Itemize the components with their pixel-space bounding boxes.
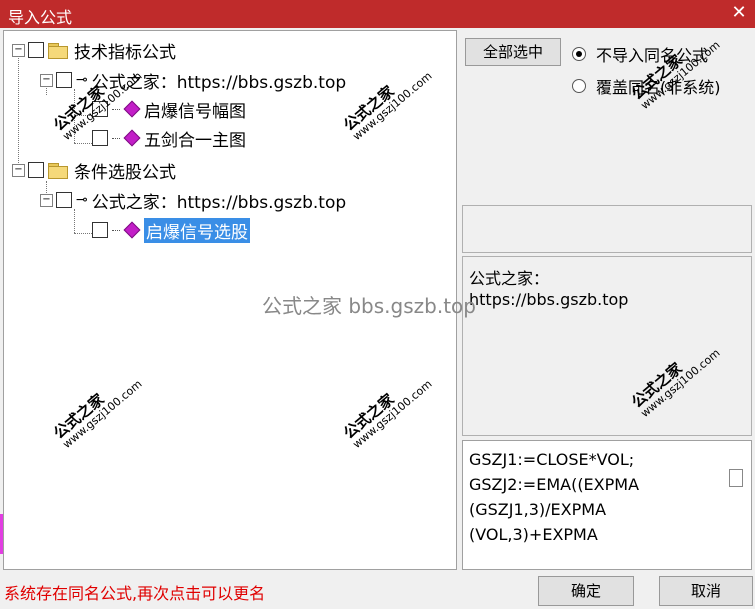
radio-label: 不导入同名公式 bbox=[596, 46, 709, 65]
radio-label: 覆盖同名(非系统) bbox=[596, 78, 721, 97]
code-text: GSZJ1:=CLOSE*VOL; GSZJ2:=EMA((EXPMA (GSZ… bbox=[469, 447, 639, 547]
formula-gem-icon bbox=[123, 100, 141, 118]
tree-node-stock-select[interactable]: − 条件选股公式 bbox=[12, 157, 176, 183]
tree-checkbox[interactable] bbox=[28, 42, 44, 58]
collapse-icon[interactable]: − bbox=[12, 43, 25, 57]
tree-checkbox[interactable] bbox=[92, 101, 108, 117]
info-line-2: https://bbs.gszb.top bbox=[469, 290, 629, 309]
collapse-icon[interactable]: − bbox=[12, 163, 25, 177]
formula-tree[interactable]: − 技术指标公式 − ⊸ 公式之家：https://bbs.gszb.top 启… bbox=[3, 30, 457, 570]
formula-gem-icon bbox=[123, 221, 141, 239]
tree-node-label: 五剑合一主图 bbox=[144, 130, 246, 151]
tree-node-formula[interactable]: 五剑合一主图 bbox=[92, 125, 246, 151]
blank-panel bbox=[462, 205, 752, 253]
tree-node-label: 公式之家：https://bbs.gszb.top bbox=[91, 72, 347, 93]
watermark: 公式之家 www.gszj100.com bbox=[50, 377, 145, 451]
tree-checkbox[interactable] bbox=[28, 162, 44, 178]
tree-checkbox[interactable] bbox=[56, 192, 72, 208]
watermark: 公式之家 www.gszj100.com bbox=[340, 377, 435, 451]
radio-indicator[interactable] bbox=[572, 79, 586, 93]
radio-overwrite[interactable]: 覆盖同名(非系统) bbox=[572, 74, 721, 98]
title-bar: 导入公式 ✕ bbox=[0, 0, 755, 28]
formula-code-box[interactable]: GSZJ1:=CLOSE*VOL; GSZJ2:=EMA((EXPMA (GSZ… bbox=[462, 440, 752, 570]
window-title: 导入公式 bbox=[8, 8, 73, 27]
status-message: 系统存在同名公式,再次点击可以更名 bbox=[4, 584, 266, 603]
key-icon: ⊸ bbox=[76, 192, 88, 208]
radio-indicator[interactable] bbox=[572, 47, 586, 61]
code-line: GSZJ2:=EMA((EXPMA bbox=[469, 475, 640, 494]
code-checkbox[interactable] bbox=[729, 469, 743, 487]
folder-icon bbox=[48, 42, 68, 59]
select-all-button[interactable]: 全部选中 bbox=[465, 38, 561, 66]
tree-node-label: 启爆信号选股 bbox=[144, 217, 250, 243]
cancel-button[interactable]: 取消 bbox=[659, 576, 753, 606]
code-line: (VOL,3)+EXPMA bbox=[469, 525, 598, 544]
tree-node-formula-selected[interactable]: 启爆信号选股 bbox=[92, 217, 250, 243]
watermark: 公式之家 www.gszj100.com bbox=[628, 38, 723, 112]
info-line-1: 公式之家： bbox=[469, 269, 550, 288]
tree-node-formula[interactable]: 启爆信号幅图 bbox=[92, 96, 246, 122]
collapse-icon[interactable]: − bbox=[40, 193, 53, 207]
tree-node-label: 技术指标公式 bbox=[74, 42, 176, 63]
close-icon[interactable]: ✕ bbox=[729, 3, 749, 23]
tree-node-label: 启爆信号幅图 bbox=[144, 101, 246, 122]
tree-node-site-group[interactable]: − ⊸ 公式之家：https://bbs.gszb.top bbox=[40, 67, 346, 93]
tree-node-tech-indicators[interactable]: − 技术指标公式 bbox=[12, 37, 176, 63]
tree-checkbox[interactable] bbox=[92, 222, 108, 238]
tree-checkbox[interactable] bbox=[56, 72, 72, 88]
folder-icon bbox=[48, 162, 68, 179]
ok-button[interactable]: 确定 bbox=[538, 576, 634, 606]
tree-node-site-group[interactable]: − ⊸ 公式之家：https://bbs.gszb.top bbox=[40, 187, 346, 213]
tree-checkbox[interactable] bbox=[92, 130, 108, 146]
radio-no-import[interactable]: 不导入同名公式 bbox=[572, 42, 708, 66]
code-line: (GSZJ1,3)/EXPMA bbox=[469, 500, 607, 519]
tree-node-label: 公式之家：https://bbs.gszb.top bbox=[91, 192, 347, 213]
key-icon: ⊸ bbox=[76, 72, 88, 88]
tree-node-label: 条件选股公式 bbox=[74, 162, 176, 183]
collapse-icon[interactable]: − bbox=[40, 73, 53, 87]
code-line: GSZJ1:=CLOSE*VOL; bbox=[469, 450, 635, 469]
watermark: 公式之家 www.gszj100.com bbox=[340, 69, 435, 143]
formula-gem-icon bbox=[123, 129, 141, 147]
info-panel: 公式之家： https://bbs.gszb.top bbox=[462, 256, 752, 436]
